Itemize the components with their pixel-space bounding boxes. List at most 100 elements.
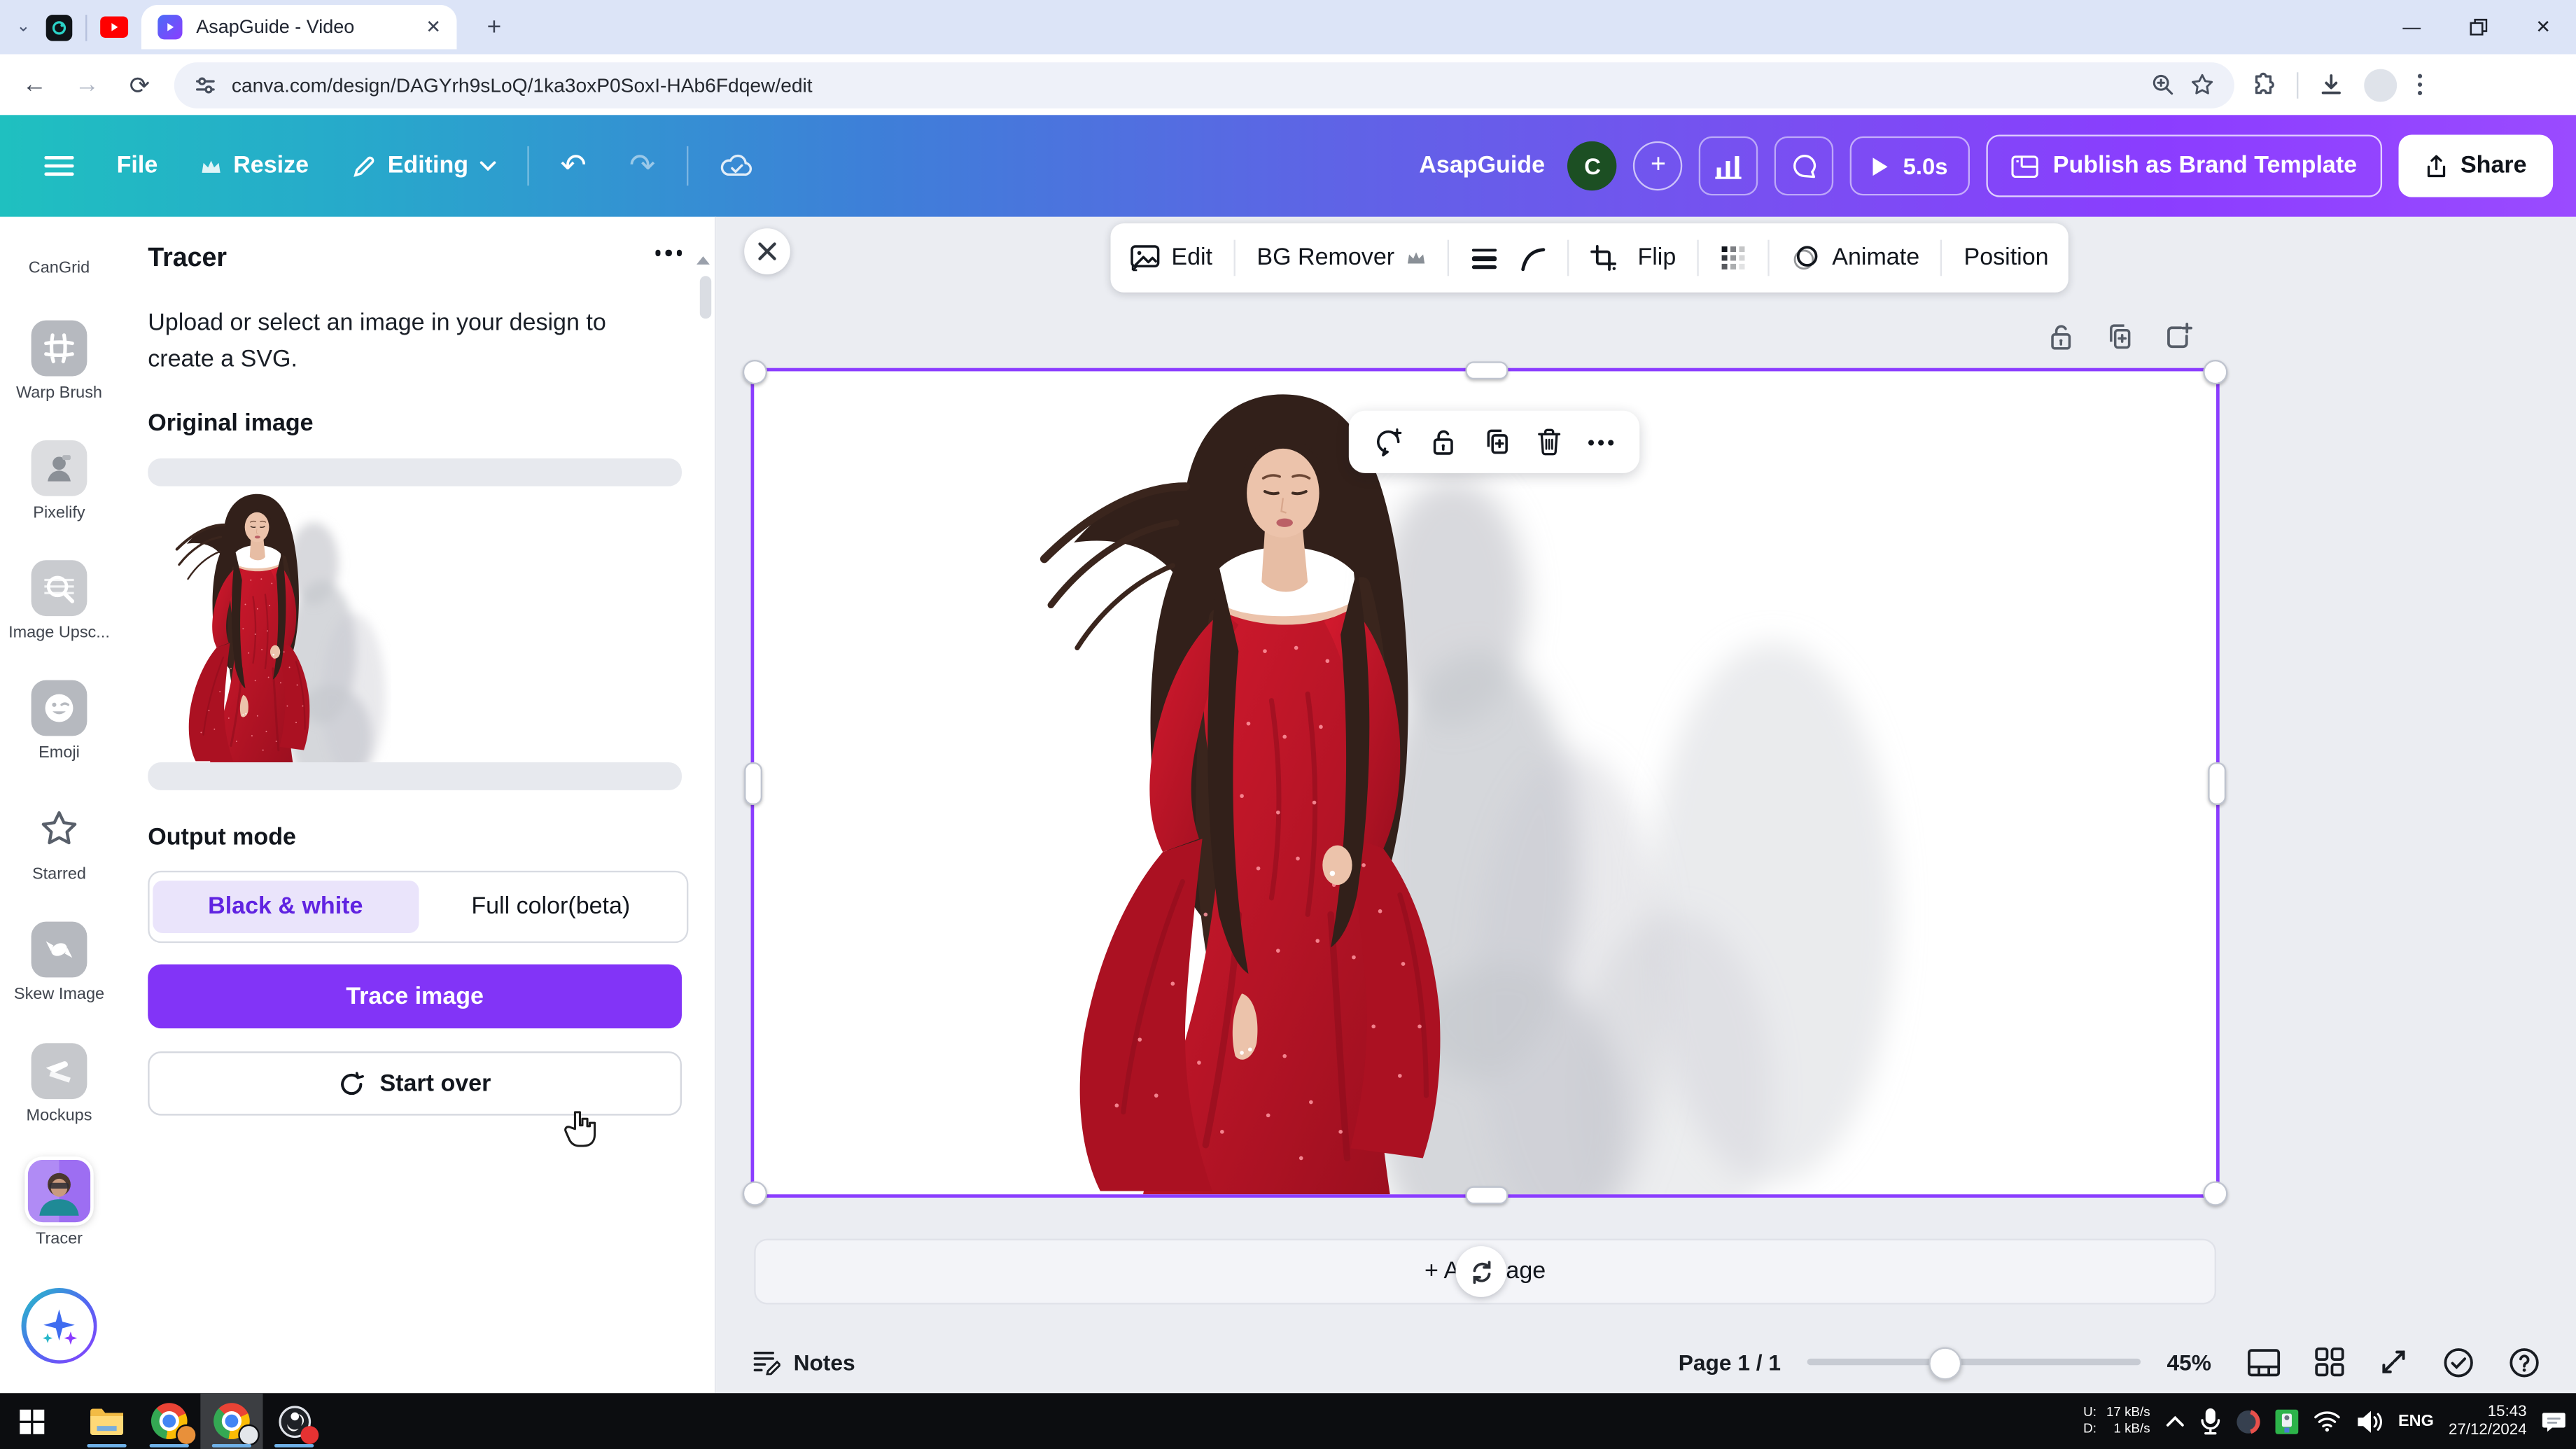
forward-icon[interactable]: → [69,71,106,99]
language-indicator[interactable]: ENG [2398,1412,2434,1430]
main-menu-button[interactable] [23,155,95,178]
mode-black-white-option[interactable]: Black & white [153,881,418,933]
new-tab-button[interactable]: + [487,13,502,41]
original-image-preview[interactable] [148,458,682,790]
add-page-icon-button[interactable] [2164,322,2193,351]
publish-brand-template-button[interactable]: Publish as Brand Template [1986,134,2382,197]
present-play-button[interactable]: 5.0s [1851,136,1970,195]
start-over-button[interactable]: Start over [148,1051,682,1116]
redo-button[interactable]: ↷ [608,147,676,185]
share-button[interactable]: Share [2398,134,2553,197]
insights-button[interactable] [1700,136,1758,195]
tab-search-caret-icon[interactable]: ⌄ [16,18,30,36]
canvas-area[interactable]: Edit BG Remover Flip [716,217,2576,1393]
curve-button[interactable] [1519,246,1546,270]
magic-assistant-button[interactable] [0,1288,118,1364]
stroke-weight-button[interactable] [1470,246,1498,270]
resize-handle-n[interactable] [1465,361,1508,379]
active-tab[interactable]: AsapGuide - Video ✕ [142,5,458,49]
sidebar-item-emoji[interactable]: Emoji [0,680,118,762]
lock-element-button[interactable] [1429,427,1457,456]
flip-button[interactable]: Flip [1637,245,1676,272]
help-icon[interactable] [2509,1346,2540,1378]
duplicate-element-button[interactable] [1482,427,1511,456]
delete-element-button[interactable] [1536,427,1562,456]
microphone-tray-icon[interactable] [2199,1407,2221,1435]
zoom-slider-thumb[interactable] [1928,1347,1961,1380]
transparency-button[interactable] [1721,245,1747,272]
extensions-icon[interactable] [2250,71,2277,98]
sidebar-item-mockups[interactable]: Mockups [0,1043,118,1125]
trace-image-button[interactable]: Trace image [148,965,682,1029]
omnibox[interactable]: canva.com/design/DAGYrh9sLoQ/1ka3oxP0Sox… [174,62,2234,108]
undo-button[interactable]: ↶ [539,147,608,185]
window-close-button[interactable]: ✕ [2510,0,2576,54]
site-settings-icon[interactable] [194,73,217,96]
bookmark-star-icon[interactable] [2190,72,2214,97]
zoom-slider[interactable] [1807,1359,2141,1365]
back-icon[interactable]: ← [16,71,52,99]
tray-app-icon-green[interactable] [2275,1408,2298,1433]
panel-scrollbar[interactable] [700,276,711,318]
animate-button[interactable]: Animate [1791,243,1920,272]
browser-menu-icon[interactable] [2416,72,2423,97]
obs-studio-button[interactable] [263,1393,326,1449]
sidebar-item-pixelify[interactable]: Pixelify [0,440,118,522]
volume-tray-icon[interactable] [2356,1408,2384,1433]
sidebar-item-skew-image[interactable]: Skew Image [0,922,118,1004]
resize-handle-sw[interactable] [743,1181,767,1205]
notification-center-icon[interactable] [2542,1408,2566,1433]
resize-handle-nw[interactable] [743,360,767,384]
comments-button[interactable] [1775,136,1834,195]
add-page-button[interactable]: + Add page [754,1239,2216,1305]
wifi-tray-icon[interactable] [2313,1410,2341,1433]
close-panel-button[interactable] [744,228,790,274]
original-image-thumbnail[interactable] [148,486,682,762]
resize-handle-s[interactable] [1465,1186,1508,1204]
panel-more-button[interactable] [654,250,682,255]
edit-image-button[interactable]: Edit [1130,245,1212,272]
panel-scrollbar-arrow[interactable] [696,256,710,265]
crop-button[interactable] [1590,245,1616,272]
sidebar-item-image-upscaler[interactable]: Image Upsc... [0,560,118,642]
reload-icon[interactable]: ⟳ [122,70,158,99]
design-page[interactable] [754,371,2216,1194]
zoom-indicator-icon[interactable] [2150,72,2175,97]
lock-page-button[interactable] [2047,322,2075,351]
check-status-icon[interactable] [2443,1346,2474,1378]
mode-full-color-option[interactable]: Full color(beta) [418,881,683,933]
file-explorer-button[interactable] [76,1393,138,1449]
resize-button[interactable]: Resize [179,153,330,179]
more-options-button[interactable] [1587,438,1615,446]
tab-close-icon[interactable]: ✕ [426,16,441,38]
account-avatar[interactable]: C [1568,141,1617,190]
sidebar-item-tracer[interactable]: Tracer [0,1160,118,1249]
position-button[interactable]: Position [1964,245,2049,272]
duplicate-page-button[interactable] [2104,322,2134,351]
sidebar-item-warp-brush[interactable]: Warp Brush [0,321,118,402]
window-restore-button[interactable] [2444,0,2510,54]
notes-button[interactable]: Notes [794,1350,855,1374]
chrome-profile1-button[interactable] [138,1393,200,1449]
pinned-tab-favicon-youtube[interactable] [101,17,129,37]
pages-view-icon[interactable] [2248,1348,2281,1376]
fullscreen-icon[interactable] [2379,1347,2408,1376]
invite-member-button[interactable]: + [1634,141,1683,190]
design-image[interactable] [754,371,2216,1194]
sidebar-item-starred[interactable]: Starred [0,802,118,883]
download-icon[interactable] [2318,71,2345,98]
start-button[interactable] [0,1393,62,1449]
editing-mode-button[interactable]: Editing [330,153,518,179]
grid-view-icon[interactable] [2315,1347,2344,1376]
window-minimize-button[interactable]: — [2379,0,2444,54]
pinned-tab-favicon-dark[interactable] [47,14,74,41]
chrome-profile2-button-active[interactable] [200,1393,262,1449]
resize-handle-se[interactable] [2203,1181,2227,1205]
browser-profile-avatar[interactable] [2364,68,2397,101]
tray-app-icon-dark[interactable] [2236,1408,2260,1433]
resize-handle-e[interactable] [2208,762,2226,805]
add-comment-button[interactable] [1373,427,1405,456]
clock[interactable]: 15:43 27/12/2024 [2449,1402,2527,1439]
file-menu-button[interactable]: File [95,153,179,179]
resize-handle-w[interactable] [744,762,762,805]
